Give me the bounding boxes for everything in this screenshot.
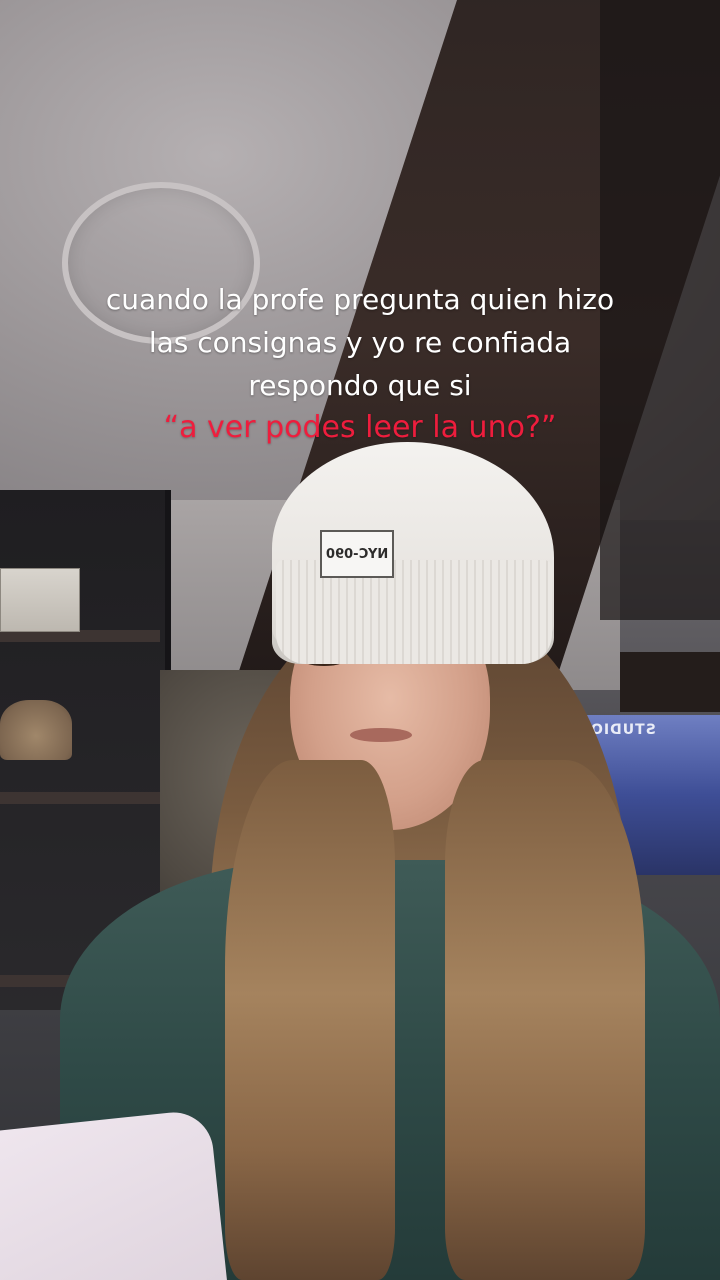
beanie-cuff xyxy=(276,560,552,664)
hair-right xyxy=(445,760,645,1280)
video-frame: STUDIO NYC-090 cuando la profe pregunta … xyxy=(0,0,720,1280)
caption-quote: “a ver podes leer la uno?” xyxy=(163,410,557,445)
pursed-lips xyxy=(350,728,412,742)
caption-line: respondo que si xyxy=(248,369,472,402)
beanie-patch-text: NYC-090 xyxy=(325,546,389,562)
caption-line: las consignas y yo re confiada xyxy=(148,326,572,359)
straw-hat xyxy=(0,700,72,760)
paper-sheet xyxy=(0,1108,230,1280)
cabinet xyxy=(620,652,720,712)
beanie-patch: NYC-090 xyxy=(320,530,394,578)
shelf-board xyxy=(0,792,160,804)
tv-logo: STUDIO xyxy=(590,722,656,738)
hair-left xyxy=(225,760,395,1280)
stereo-receiver xyxy=(0,568,80,632)
caption-text: cuando la profe pregunta quien hizo las … xyxy=(0,278,720,407)
caption-line: cuando la profe pregunta quien hizo xyxy=(105,283,615,316)
